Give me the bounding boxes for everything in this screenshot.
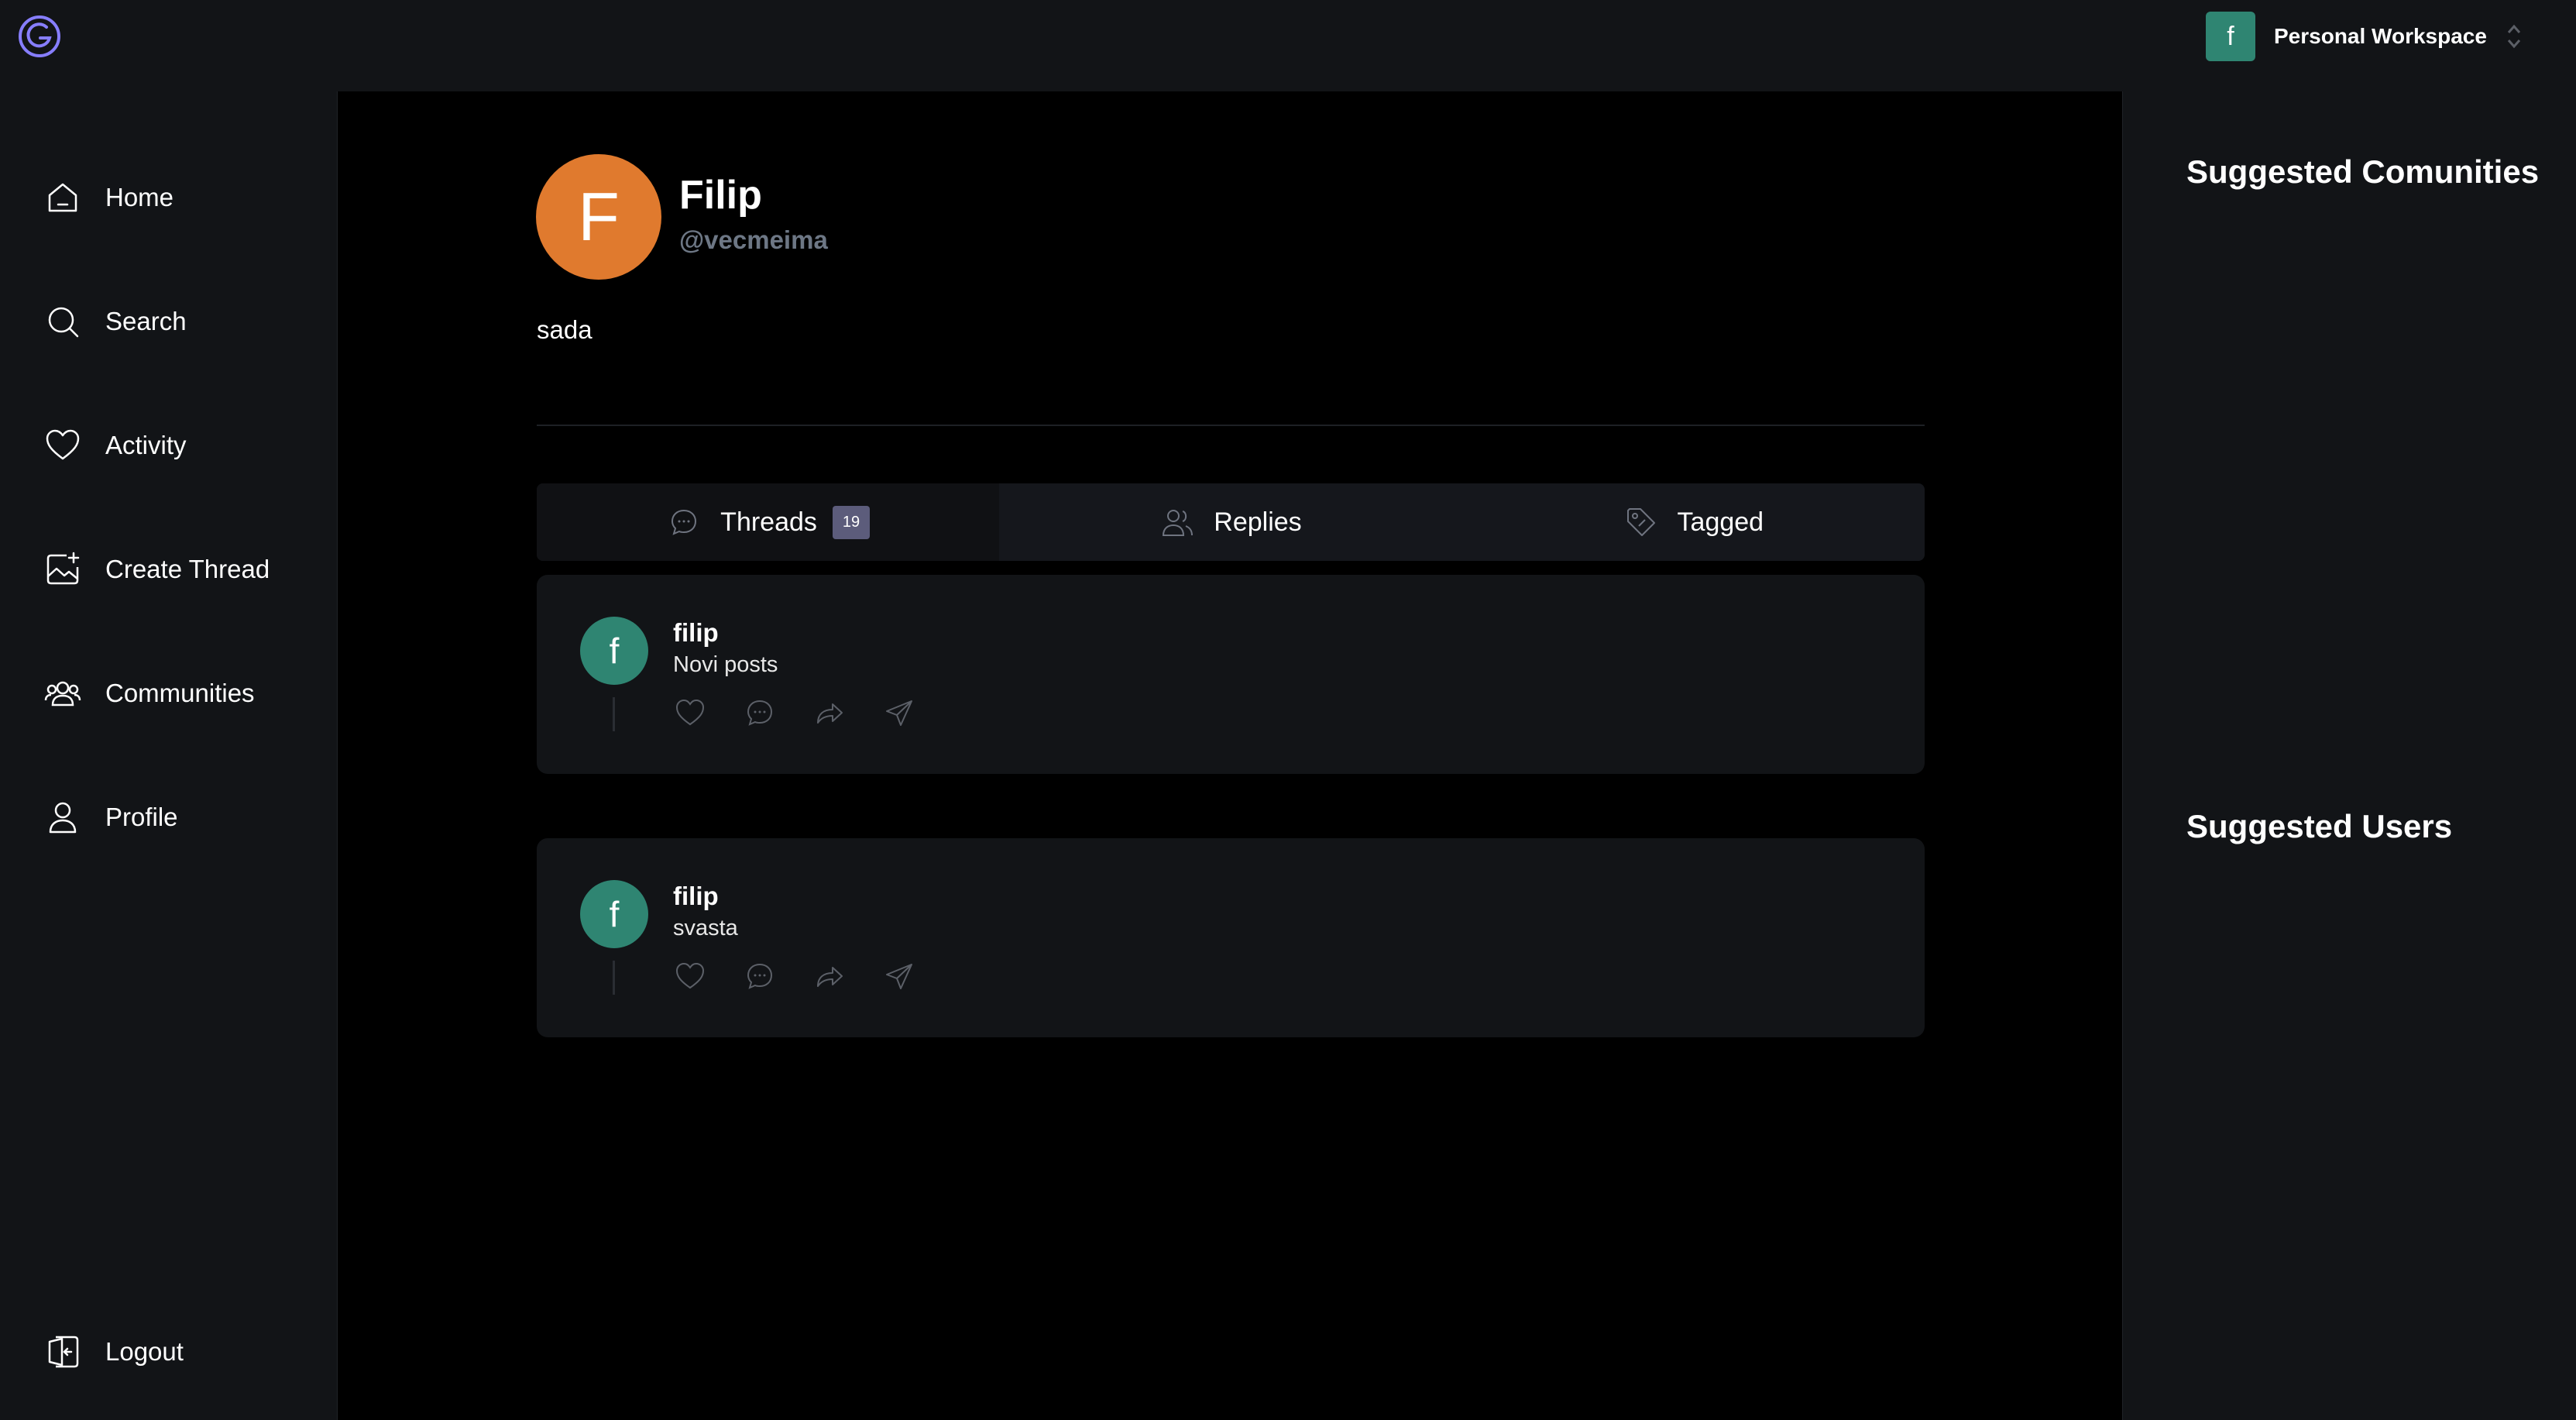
author-avatar[interactable]: f — [580, 617, 648, 685]
sidebar-item-label: Communities — [105, 679, 255, 707]
profile-tabs: Threads 19 Replies Tagged — [537, 483, 1925, 561]
tab-replies-label: Replies — [1214, 507, 1302, 537]
sidebar-item-communities[interactable]: Communities — [43, 672, 255, 715]
sidebar-item-label: Activity — [105, 431, 187, 459]
send-icon[interactable] — [882, 696, 916, 730]
tab-tagged-label: Tagged — [1677, 507, 1764, 537]
thread-text: Novi posts — [673, 652, 778, 677]
thread-line — [613, 961, 615, 995]
right-sidebar: Suggested Comunities Suggested Users — [2122, 91, 2576, 1420]
sidebar-item-label: Home — [105, 183, 174, 211]
sidebar-item-profile[interactable]: Profile — [43, 796, 178, 839]
sidebar-item-label: Search — [105, 307, 187, 335]
thread-actions — [673, 959, 916, 993]
threads-count-badge: 19 — [832, 505, 871, 539]
repost-icon[interactable] — [812, 696, 847, 730]
suggested-users-heading: Suggested Users — [2186, 808, 2453, 844]
profile-bio: sada — [537, 315, 592, 344]
chat-bubble-icon — [671, 509, 697, 535]
thread-line — [613, 697, 615, 731]
tab-tagged[interactable]: Tagged — [1462, 483, 1925, 561]
reply-icon[interactable] — [743, 696, 777, 730]
workspace-avatar: f — [2206, 12, 2255, 61]
tab-threads-label: Threads — [720, 507, 817, 537]
sidebar-item-label: Create Thread — [105, 555, 270, 583]
logout-button[interactable]: Logout — [43, 1330, 184, 1374]
profile-name: Filip — [679, 173, 762, 218]
search-icon — [48, 307, 79, 338]
tab-replies[interactable]: Replies — [999, 483, 1461, 561]
heart-icon — [46, 429, 80, 460]
user-icon — [49, 802, 77, 834]
profile-divider — [537, 425, 1925, 426]
profile-avatar: F — [536, 154, 661, 280]
image-plus-icon — [46, 552, 80, 585]
tag-icon — [1626, 508, 1655, 536]
workspace-name: Personal Workspace — [2274, 24, 2487, 48]
sidebar-item-home[interactable]: Home — [43, 176, 173, 219]
app-logo-icon[interactable] — [17, 14, 62, 59]
send-icon[interactable] — [882, 959, 916, 993]
sidebar-item-search[interactable]: Search — [43, 300, 187, 343]
logout-icon — [48, 1336, 79, 1368]
logout-label: Logout — [105, 1337, 184, 1366]
heart-icon[interactable] — [673, 696, 707, 730]
author-avatar[interactable]: f — [580, 880, 648, 948]
chevron-up-down-icon — [2507, 24, 2521, 49]
thread-actions — [673, 696, 916, 730]
thread-card[interactable]: f filip svasta — [537, 838, 1925, 1037]
tab-threads[interactable]: Threads 19 — [537, 483, 1000, 561]
heart-icon[interactable] — [673, 959, 707, 993]
thread-card[interactable]: f filip Novi posts — [537, 575, 1925, 774]
topbar: f Personal Workspace — [0, 0, 2576, 91]
thread-author[interactable]: filip — [673, 882, 719, 911]
sidebar-item-activity[interactable]: Activity — [43, 424, 187, 467]
repost-icon[interactable] — [812, 959, 847, 993]
sidebar-item-label: Profile — [105, 803, 178, 831]
home-icon — [48, 183, 77, 212]
workspace-switcher[interactable]: f Personal Workspace — [2206, 11, 2526, 62]
sidebar-item-create-thread[interactable]: Create Thread — [43, 548, 270, 591]
reply-icon[interactable] — [743, 959, 777, 993]
thread-text: svasta — [673, 916, 738, 940]
profile-handle: @vecmeima — [679, 225, 828, 254]
suggested-communities-heading: Suggested Comunities — [2186, 153, 2540, 190]
users-icon — [1163, 510, 1194, 536]
users-group-icon — [44, 681, 81, 707]
left-sidebar: Home Search Activity Create Thread Commu… — [0, 91, 338, 1420]
thread-author[interactable]: filip — [673, 618, 719, 648]
